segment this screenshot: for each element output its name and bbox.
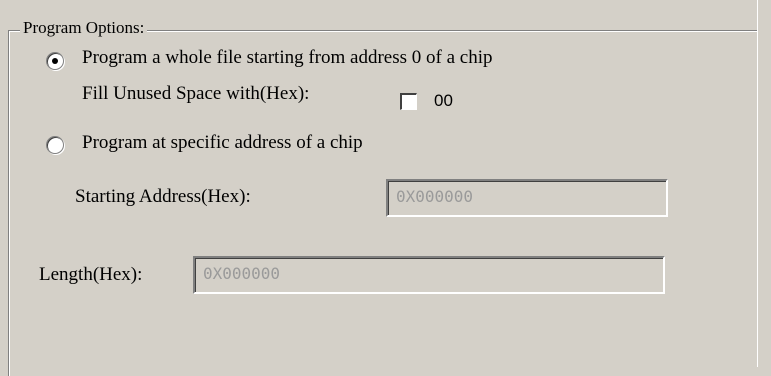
program-options-title: Program Options: <box>20 17 148 39</box>
whole-file-radio[interactable] <box>46 52 64 70</box>
program-options-panel: Program Options: Program a whole file st… <box>0 0 771 376</box>
fill-unused-checkbox[interactable] <box>400 93 417 110</box>
radio-selected-dot <box>52 58 58 64</box>
starting-address-label: Starting Address(Hex): <box>75 186 251 207</box>
length-label: Length(Hex): <box>39 264 143 285</box>
starting-address-input[interactable]: 0X000000 <box>386 179 668 217</box>
specific-address-label[interactable]: Program at specific address of a chip <box>82 132 363 154</box>
panel-right-edge <box>757 0 771 367</box>
fill-unused-label: Fill Unused Space with(Hex): <box>82 83 310 104</box>
length-input[interactable]: 0X000000 <box>193 256 665 294</box>
whole-file-label[interactable]: Program a whole file starting from addre… <box>82 47 493 69</box>
fill-unused-value[interactable]: 00 <box>434 90 453 112</box>
specific-address-radio[interactable] <box>46 136 64 154</box>
